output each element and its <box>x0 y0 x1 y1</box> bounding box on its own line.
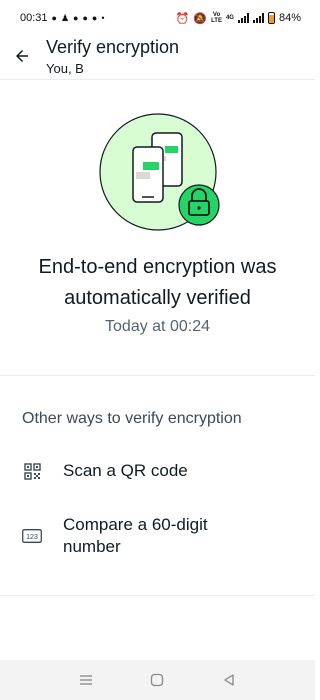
system-nav-bar <box>0 660 315 700</box>
contact-subtitle: You, B <box>46 61 84 76</box>
status-right: ⏰ 🔕 Vo LTE 4G 84% <box>176 12 301 25</box>
status-bar: 00:31 ● ♟ ● ● ● • ⏰ 🔕 Vo LTE 4G 84% <box>0 0 315 36</box>
scan-qr-code-option[interactable]: Scan a QR code <box>0 452 315 492</box>
alarm-icon: ⏰ <box>175 12 190 25</box>
battery-percent: 84% <box>278 12 301 24</box>
other-ways-heading: Other ways to verify encryption <box>22 410 242 427</box>
chat-icon: ● <box>82 13 88 23</box>
arrow-left-icon <box>16 50 28 62</box>
status-time: 00:31 <box>20 12 48 24</box>
section-divider <box>0 375 315 376</box>
compare-number-option[interactable]: 123 Compare a 60-digit number <box>0 510 315 570</box>
dot-icon: • <box>101 13 105 23</box>
person-icon: ♟ <box>60 12 70 23</box>
scan-qr-code-label: Scan a QR code <box>63 461 188 480</box>
facebook-icon: ● <box>91 13 98 23</box>
home-button[interactable] <box>145 668 169 692</box>
volte-bottom-label: LTE <box>211 18 222 24</box>
recents-button[interactable] <box>74 668 98 692</box>
battery-icon <box>267 12 275 24</box>
home-icon <box>151 673 164 687</box>
signal-icon <box>252 13 264 23</box>
app-bar-divider <box>0 79 315 80</box>
verified-title: End-to-end encryption was automatically … <box>38 256 277 309</box>
menu-icon <box>79 675 92 685</box>
verified-phones-icon <box>99 113 220 231</box>
messenger-icon: ● <box>73 13 79 23</box>
volte-icon: Vo LTE <box>211 12 222 24</box>
system-back-button[interactable] <box>217 668 241 692</box>
network-label: 4G <box>225 15 234 21</box>
encryption-illustration <box>98 112 224 236</box>
page-title: Verify encryption <box>46 37 180 57</box>
verified-timestamp: Today at 00:24 <box>105 318 210 335</box>
status-left: 00:31 ● ♟ ● ● ● • <box>20 12 105 24</box>
back-button[interactable] <box>8 42 36 70</box>
signal-icon <box>237 13 249 23</box>
bottom-divider <box>0 595 315 596</box>
qr-code-icon <box>22 461 42 481</box>
compare-number-label: Compare a 60-digit number <box>63 515 208 556</box>
app-bar: Verify encryption You, B <box>0 36 315 84</box>
number-icon-text: 123 <box>26 534 38 541</box>
mute-icon: 🔕 <box>193 12 208 25</box>
back-icon <box>224 674 234 686</box>
facebook-icon: ● <box>51 13 57 23</box>
number-icon: 123 <box>22 526 42 546</box>
